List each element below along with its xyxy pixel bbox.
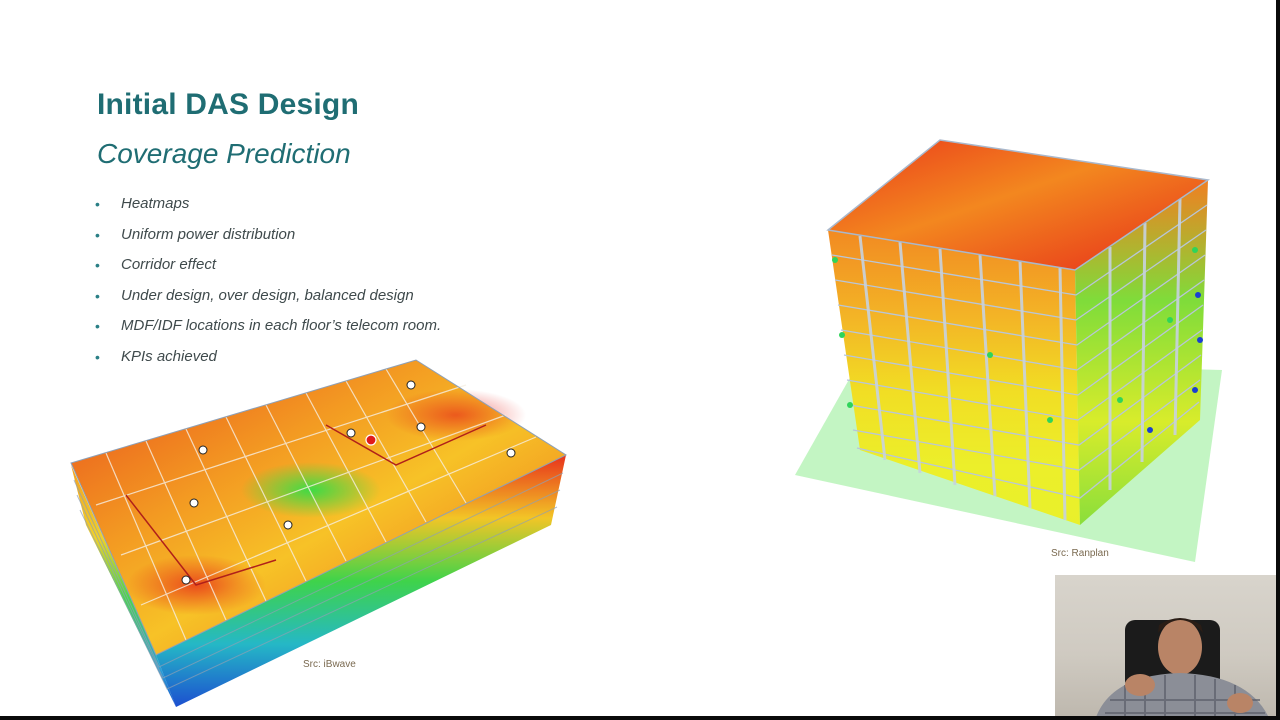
presenter-webcam [1055, 575, 1276, 716]
presentation-slide: Initial DAS Design Coverage Prediction •… [0, 0, 1276, 716]
bullet-marker: • [95, 318, 100, 335]
bullet-marker: • [95, 196, 100, 212]
presenter-image [1096, 618, 1268, 716]
bullet-marker: • [95, 287, 100, 304]
building-heatmap-image [795, 139, 1222, 562]
slide-subtitle: Coverage Prediction [97, 138, 351, 169]
bullet-marker: • [95, 226, 100, 243]
frame-edge-bottom [0, 716, 1280, 720]
slide-title: Initial DAS Design [97, 88, 359, 121]
frame-edge-right [1276, 0, 1280, 720]
image-source-label: Src: Ranplan [1051, 548, 1109, 559]
bullet-marker: • [95, 257, 100, 274]
image-source-label: Src: iBwave [303, 659, 356, 670]
